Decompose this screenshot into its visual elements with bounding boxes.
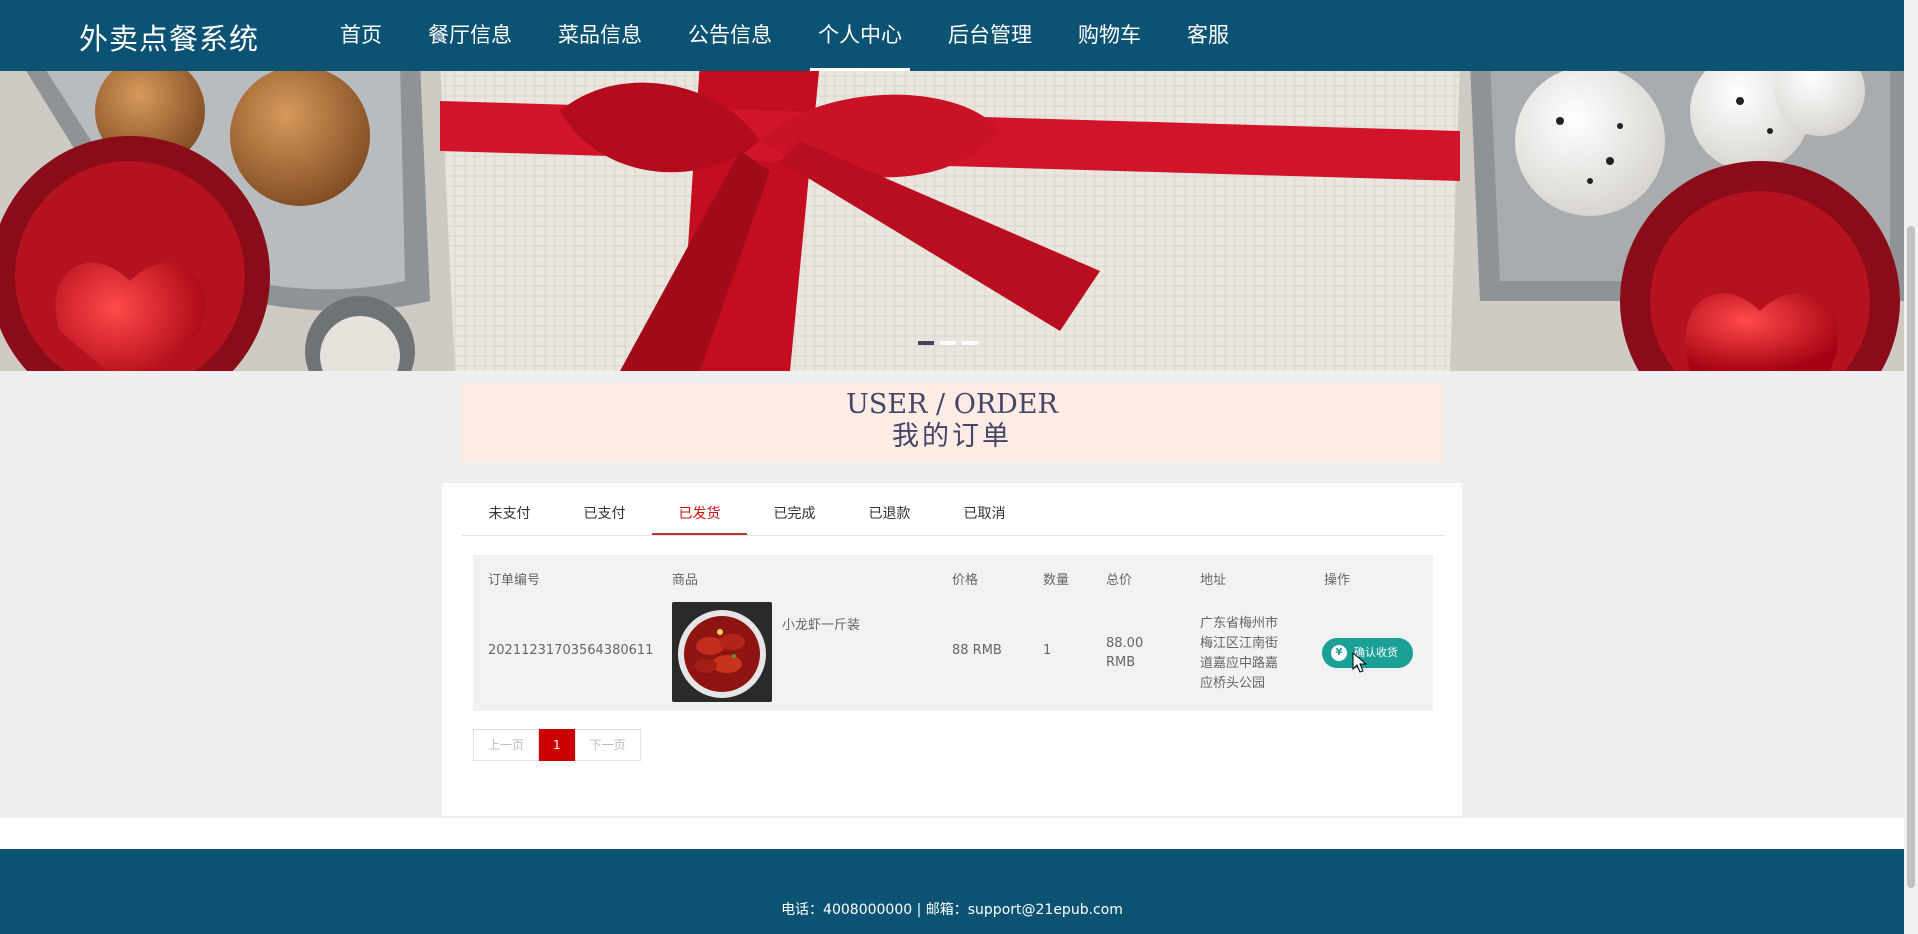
address-line: 梅江区江南街 xyxy=(1200,636,1279,651)
tab-completed[interactable]: 已完成 xyxy=(747,493,842,535)
col-total: 总价 xyxy=(1106,573,1133,588)
page-scrollbar[interactable] xyxy=(1904,0,1918,934)
order-total-amount: 88.00 xyxy=(1106,636,1144,651)
nav-restaurant[interactable]: 餐厅信息 xyxy=(410,0,530,71)
carousel-indicators xyxy=(918,341,978,345)
col-order-no: 订单编号 xyxy=(488,573,541,588)
col-action: 操作 xyxy=(1324,573,1351,588)
next-page-button[interactable]: 下一页 xyxy=(574,729,641,761)
tab-refunded[interactable]: 已退款 xyxy=(842,493,937,535)
nav-admin[interactable]: 后台管理 xyxy=(930,0,1050,71)
page-title-cn: 我的订单 xyxy=(892,421,1012,452)
order-total: 88.00 RMB xyxy=(1106,634,1143,672)
delivery-address: 广东省梅州市 梅江区江南街 道嘉应中路嘉 应桥头公园 xyxy=(1200,614,1278,694)
nav-notices[interactable]: 公告信息 xyxy=(670,0,790,71)
carousel-dot[interactable] xyxy=(918,341,934,345)
brand-logo[interactable]: 外卖点餐系统 xyxy=(79,16,259,58)
top-navbar: 外卖点餐系统 首页 餐厅信息 菜品信息 公告信息 个人中心 后台管理 购物车 客… xyxy=(0,0,1904,71)
col-qty: 数量 xyxy=(1043,573,1070,588)
page-title-en: USER / ORDER xyxy=(846,389,1058,420)
nav-home[interactable]: 首页 xyxy=(322,0,400,71)
orders-table: 订单编号 商品 价格 数量 总价 地址 操作 20211231703564380… xyxy=(473,555,1433,711)
nav-personal-center[interactable]: 个人中心 xyxy=(800,0,920,71)
pagination: 上一页 1 下一页 xyxy=(473,729,641,761)
product-qty: 1 xyxy=(1043,643,1052,658)
product-image[interactable] xyxy=(672,602,772,702)
tab-shipped[interactable]: 已发货 xyxy=(652,493,747,535)
product-price: 88 RMB xyxy=(952,643,1002,658)
banner-carousel[interactable] xyxy=(0,71,1904,371)
yen-icon: ¥ xyxy=(1331,645,1347,661)
address-line: 道嘉应中路嘉 xyxy=(1200,656,1279,671)
prev-page-button[interactable]: 上一页 xyxy=(473,729,540,761)
order-number: 20211231703564380611 xyxy=(488,643,654,658)
footer-spacer xyxy=(0,817,1904,849)
carousel-dot[interactable] xyxy=(940,341,956,345)
nav-customer-service[interactable]: 客服 xyxy=(1169,0,1247,71)
carousel-dot[interactable] xyxy=(962,341,978,345)
address-line: 广东省梅州市 xyxy=(1200,616,1279,631)
nav-dishes[interactable]: 菜品信息 xyxy=(540,0,660,71)
order-total-currency: RMB xyxy=(1106,655,1136,670)
orders-card: 未支付 已支付 已发货 已完成 已退款 已取消 订单编号 商品 价格 数量 总价… xyxy=(441,482,1463,817)
product-name[interactable]: 小龙虾一斤装 xyxy=(782,614,860,633)
banner-image xyxy=(0,71,1904,371)
mouse-cursor-icon xyxy=(1352,652,1368,673)
tab-paid[interactable]: 已支付 xyxy=(557,493,652,535)
col-address: 地址 xyxy=(1200,573,1227,588)
footer: 电话：4008000000 | 邮箱：support@21epub.com xyxy=(0,849,1904,934)
tab-cancelled[interactable]: 已取消 xyxy=(937,493,1032,535)
order-status-tabs: 未支付 已支付 已发货 已完成 已退款 已取消 xyxy=(462,493,1444,536)
page-title-band: USER / ORDER 我的订单 xyxy=(462,383,1442,463)
nav-cart[interactable]: 购物车 xyxy=(1060,0,1159,71)
scrollbar-thumb[interactable] xyxy=(1907,226,1915,888)
main-nav: 首页 餐厅信息 菜品信息 公告信息 个人中心 后台管理 购物车 客服 xyxy=(322,0,1257,71)
footer-contact: 电话：4008000000 | 邮箱：support@21epub.com xyxy=(781,902,1123,918)
address-line: 应桥头公园 xyxy=(1200,676,1266,691)
col-price: 价格 xyxy=(952,573,979,588)
page-number-current[interactable]: 1 xyxy=(539,729,575,761)
col-product: 商品 xyxy=(672,573,699,588)
tab-unpaid[interactable]: 未支付 xyxy=(462,493,557,535)
